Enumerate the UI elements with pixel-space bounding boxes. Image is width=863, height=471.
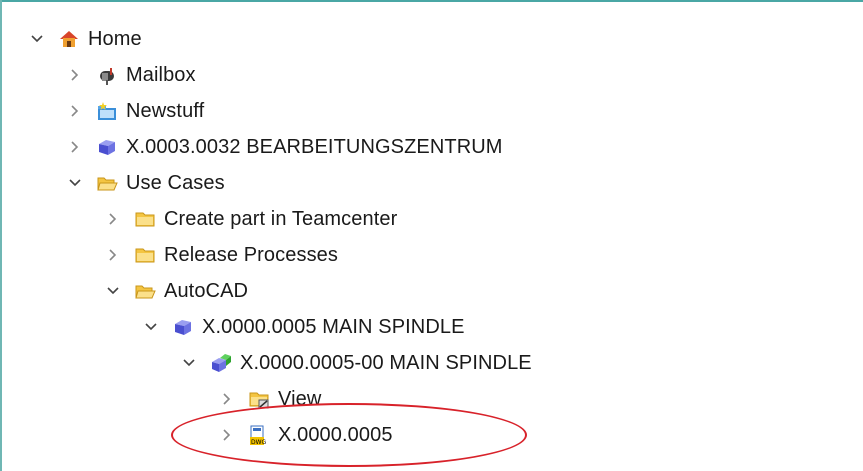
chevron-right-icon[interactable] [68,68,82,82]
home-icon [58,28,80,50]
tree-node-label: X.0000.0005-00 MAIN SPINDLE [240,351,532,374]
tree-node-label: Use Cases [126,171,225,194]
chevron-down-icon[interactable] [182,356,196,370]
highlight-ellipse [171,403,527,467]
chevron-down-icon[interactable] [144,320,158,334]
folder-open-icon [96,172,118,194]
folder-icon [134,208,156,230]
tree-node-main-spindle[interactable]: X.0000.0005 MAIN SPINDLE [144,309,465,345]
item-cube-icon [172,316,194,338]
tree-node-label: Mailbox [126,63,196,86]
chevron-down-icon[interactable] [106,284,120,298]
tree-node-release-processes[interactable]: Release Processes [106,237,338,273]
chevron-right-icon[interactable] [220,392,234,406]
tree-node-label: X.0000.0005 MAIN SPINDLE [202,315,465,338]
mailbox-icon [96,64,118,86]
item-revision-icon [210,352,232,374]
tree-node-mailbox[interactable]: Mailbox [68,57,196,93]
newstuff-folder-icon [96,100,118,122]
tree-view: Home Mailbox Newstuff X.0003.0032 BEARBE… [0,0,863,471]
tree-node-label: Release Processes [164,243,339,266]
tree-node-label: Create part in Teamcenter [164,207,398,230]
chevron-right-icon[interactable] [68,104,82,118]
tree-node-label: AutoCAD [164,279,249,302]
folder-icon [134,244,156,266]
tree-node-use-cases[interactable]: Use Cases [68,165,225,201]
tree-node-newstuff[interactable]: Newstuff [68,93,204,129]
tree-node-main-spindle-revision[interactable]: X.0000.0005-00 MAIN SPINDLE [182,345,532,381]
chevron-right-icon[interactable] [68,140,82,154]
item-cube-icon [96,136,118,158]
tree-node-label: Home [88,27,142,50]
folder-open-icon [134,280,156,302]
chevron-down-icon[interactable] [30,32,44,46]
chevron-right-icon[interactable] [106,212,120,226]
tree-node-label: X.0003.0032 BEARBEITUNGSZENTRUM [126,135,503,158]
tree-node-create-part[interactable]: Create part in Teamcenter [106,201,397,237]
chevron-down-icon[interactable] [68,176,82,190]
tree-node-home[interactable]: Home [30,21,142,57]
tree-node-label: Newstuff [126,99,205,122]
chevron-right-icon[interactable] [106,248,120,262]
tree-node-bearbeitungszentrum[interactable]: X.0003.0032 BEARBEITUNGSZENTRUM [68,129,503,165]
tree-node-autocad[interactable]: AutoCAD [106,273,248,309]
